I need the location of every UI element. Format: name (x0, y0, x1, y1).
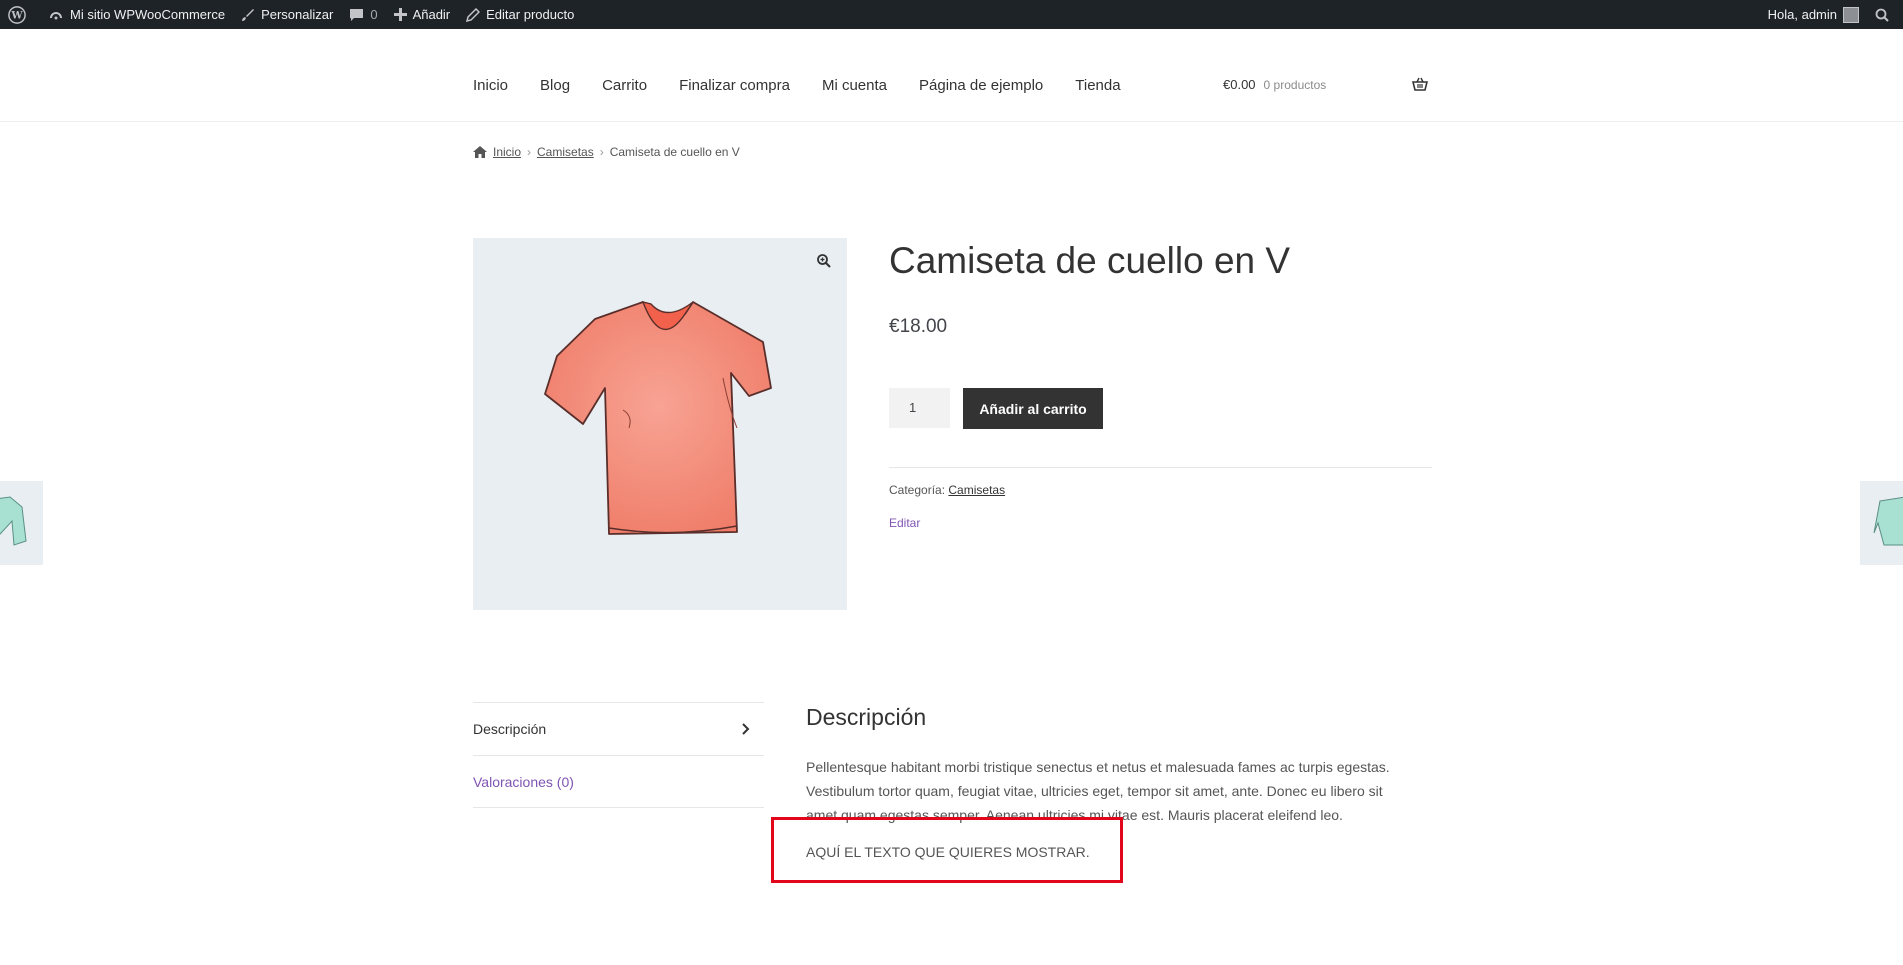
edit-product-label: Editar producto (486, 7, 575, 22)
home-icon (473, 146, 487, 158)
edit-product-link[interactable]: Editar producto (458, 0, 582, 29)
tab-description[interactable]: Descripción (473, 702, 764, 755)
greeting-label: Hola, admin (1767, 7, 1837, 22)
comments-link[interactable]: 0 (341, 0, 385, 29)
comments-count: 0 (370, 7, 378, 22)
breadcrumb-home-link[interactable]: Inicio (493, 145, 521, 159)
nav-item-tienda[interactable]: Tienda (1075, 77, 1120, 94)
admin-bar: W Mi sitio WPWooCommerce Personalizar 0 … (0, 0, 1903, 29)
quantity-input[interactable]: 1 (889, 388, 950, 428)
customize-label: Personalizar (261, 7, 334, 22)
nav-item-mi-cuenta[interactable]: Mi cuenta (822, 77, 887, 94)
account-menu[interactable]: Hola, admin (1760, 0, 1867, 29)
pencil-icon (466, 7, 481, 22)
breadcrumb-separator: › (599, 145, 604, 159)
nav-item-inicio[interactable]: Inicio (473, 77, 508, 94)
highlight-box (771, 817, 1123, 883)
edit-link[interactable]: Editar (889, 516, 920, 530)
plus-icon (393, 8, 407, 21)
svg-text:W: W (10, 10, 23, 21)
avatar (1843, 6, 1859, 23)
breadcrumb-separator: › (527, 145, 532, 159)
zoom-icon[interactable] (817, 254, 831, 273)
breadcrumb-category-link[interactable]: Camisetas (537, 145, 594, 159)
product-category: Categoría: Camisetas (889, 483, 1005, 497)
header-cart[interactable]: €0.00 0 productos (1223, 77, 1326, 92)
dashboard-icon (50, 11, 62, 19)
tab-description-label: Descripción (473, 721, 547, 737)
product-title: Camiseta de cuello en V (889, 240, 1291, 281)
add-new-link[interactable]: Añadir (386, 0, 459, 29)
product-image[interactable] (473, 238, 847, 610)
nav-item-finalizar-compra[interactable]: Finalizar compra (679, 77, 790, 94)
previous-product-thumbnail[interactable] (0, 481, 43, 565)
category-label: Categoría: (889, 483, 946, 497)
wordpress-logo-icon[interactable]: W (0, 0, 40, 29)
breadcrumb: Inicio › Camisetas › Camiseta de cuello … (473, 145, 740, 159)
t-shirt-image (544, 300, 772, 535)
tab-reviews[interactable]: Valoraciones (0) (473, 755, 764, 808)
product-price: €18.00 (889, 316, 948, 337)
category-link[interactable]: Camisetas (948, 483, 1005, 497)
chevron-right-icon (742, 723, 750, 735)
primary-navigation: Inicio Blog Carrito Finalizar compra Mi … (473, 77, 1153, 94)
admin-search-button[interactable] (1867, 0, 1903, 29)
nav-item-pagina-de-ejemplo[interactable]: Página de ejemplo (919, 77, 1043, 94)
cart-count: 0 productos (1263, 77, 1327, 92)
breadcrumb-current: Camiseta de cuello en V (609, 145, 740, 159)
tab-reviews-label: Valoraciones (0) (473, 773, 574, 790)
nav-item-blog[interactable]: Blog (540, 77, 570, 94)
brush-icon (242, 8, 255, 21)
basket-icon[interactable] (1411, 77, 1429, 96)
comment-icon (350, 8, 364, 21)
next-product-thumbnail[interactable] (1860, 481, 1903, 565)
divider (889, 467, 1432, 468)
product-tabs: Descripción Valoraciones (0) (473, 702, 764, 808)
add-new-label: Añadir (412, 7, 451, 22)
description-heading: Descripción (806, 704, 927, 730)
customize-link[interactable]: Personalizar (233, 0, 341, 29)
nav-item-carrito[interactable]: Carrito (602, 77, 647, 94)
site-name-label: Mi sitio WPWooCommerce (70, 7, 226, 22)
search-icon (1875, 8, 1889, 22)
site-name-link[interactable]: Mi sitio WPWooCommerce (40, 0, 233, 29)
add-to-cart-button[interactable]: Añadir al carrito (963, 388, 1103, 429)
cart-amount: €0.00 (1223, 77, 1256, 92)
site-header: Inicio Blog Carrito Finalizar compra Mi … (0, 29, 1903, 122)
